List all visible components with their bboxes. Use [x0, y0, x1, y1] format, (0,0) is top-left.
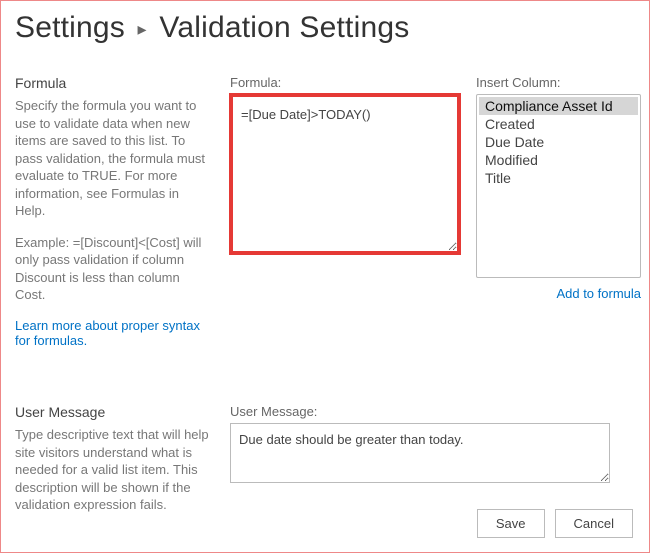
breadcrumb-page: Validation Settings	[159, 11, 409, 44]
column-option[interactable]: Modified	[479, 151, 638, 169]
column-option[interactable]: Compliance Asset Id	[479, 97, 638, 115]
breadcrumb: Settings ▸ Validation Settings	[15, 11, 635, 45]
insert-column-listbox[interactable]: Compliance Asset IdCreatedDue DateModifi…	[476, 94, 641, 278]
user-message-field-label: User Message:	[230, 404, 635, 419]
formula-help-2: Example: =[Discount]<[Cost] will only pa…	[15, 234, 210, 304]
user-message-heading: User Message	[15, 404, 210, 420]
formula-heading: Formula	[15, 75, 210, 91]
breadcrumb-root[interactable]: Settings	[15, 11, 125, 44]
add-to-formula-link[interactable]: Add to formula	[556, 286, 641, 301]
formula-syntax-link[interactable]: Learn more about proper syntax for formu…	[15, 318, 210, 348]
column-option[interactable]: Created	[479, 115, 638, 133]
insert-column-label: Insert Column:	[476, 75, 641, 90]
save-button[interactable]: Save	[477, 509, 545, 538]
formula-help-1: Specify the formula you want to use to v…	[15, 97, 210, 220]
user-message-textarea[interactable]	[230, 423, 610, 483]
formula-textarea[interactable]	[230, 94, 460, 254]
user-message-help: Type descriptive text that will help sit…	[15, 426, 210, 514]
column-option[interactable]: Due Date	[479, 133, 638, 151]
formula-field-label: Formula:	[230, 75, 460, 90]
column-option[interactable]: Title	[479, 169, 638, 187]
cancel-button[interactable]: Cancel	[555, 509, 633, 538]
breadcrumb-sep-icon: ▸	[138, 19, 147, 39]
